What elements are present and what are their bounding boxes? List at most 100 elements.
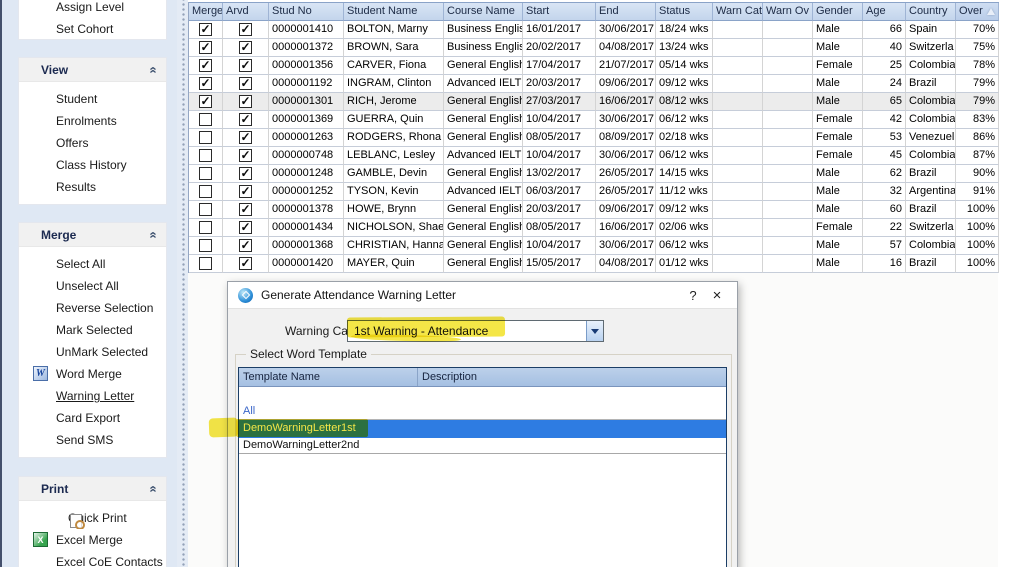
merge-checkbox[interactable] [199,113,212,126]
merge-checkbox[interactable] [199,131,212,144]
cell-start: 10/04/2017 [523,237,596,255]
merge-checkbox[interactable] [199,167,212,180]
arvd-checkbox[interactable]: ✓ [239,221,252,234]
column-header-over[interactable]: Over [956,3,999,21]
table-row[interactable]: ✓✓0000001372BROWN, SaraBusiness English2… [189,39,999,57]
table-row[interactable]: ✓0000001420MAYER, QuinGeneral English15/… [189,255,999,273]
column-header-age[interactable]: Age [863,3,906,21]
collapse-chevron-icon[interactable]: » [146,66,158,73]
column-header-description[interactable]: Description [418,368,726,386]
sidebar-item-student[interactable]: Student [19,88,166,110]
table-row[interactable]: ✓0000001248GAMBLE, DevinGeneral English1… [189,165,999,183]
merge-checkbox[interactable] [199,203,212,216]
sidebar-splitter[interactable] [177,0,188,567]
section-header-view[interactable]: View » [19,58,166,82]
column-header-gender[interactable]: Gender [813,3,863,21]
column-header-warn-cate[interactable]: Warn Cate [713,3,763,21]
dropdown-button[interactable] [586,321,603,341]
table-row[interactable]: ✓0000001434NICHOLSON, ShaeleGeneral Engl… [189,219,999,237]
cell-warn-ov [763,237,813,255]
merge-checkbox[interactable] [199,149,212,162]
column-header-stud-no[interactable]: Stud No [269,3,344,21]
arvd-checkbox[interactable]: ✓ [239,59,252,72]
sidebar-item-results[interactable]: Results [19,176,166,198]
sidebar-item-warning-letter[interactable]: Warning Letter [19,385,166,407]
table-row[interactable]: ✓0000001263RODGERS, RhonaGeneral English… [189,129,999,147]
sidebar-item-class-history[interactable]: Class History [19,154,166,176]
merge-checkbox[interactable] [199,239,212,252]
table-row[interactable]: ✓0000000748LEBLANC, LesleyAdvanced IELTS… [189,147,999,165]
merge-checkbox[interactable]: ✓ [199,23,212,36]
arvd-checkbox[interactable]: ✓ [239,77,252,90]
merge-checkbox[interactable]: ✓ [199,77,212,90]
column-header-warn-ov[interactable]: Warn Ov [763,3,813,21]
arvd-checkbox[interactable]: ✓ [239,149,252,162]
column-header-start[interactable]: Start [523,3,596,21]
template-row-all[interactable]: All [239,404,726,420]
template-row-demowarningletter2nd[interactable]: DemoWarningLetter2nd [239,438,726,454]
warning-category-dropdown[interactable]: 1st Warning - Attendance [347,320,604,342]
table-row[interactable]: ✓0000001369GUERRA, QuinGeneral English10… [189,111,999,129]
section-header-print[interactable]: Print » [19,477,166,501]
sidebar-item-set-cohort[interactable]: Set Cohort [19,18,166,40]
arvd-checkbox[interactable]: ✓ [239,23,252,36]
sidebar-item-select-all[interactable]: Select All [19,253,166,275]
sidebar-item-unmark-selected[interactable]: UnMark Selected [19,341,166,363]
arvd-checkbox[interactable]: ✓ [239,203,252,216]
template-row-blank[interactable] [239,387,726,404]
table-row[interactable]: ✓0000001368CHRISTIAN, HannaGeneral Engli… [189,237,999,255]
cell-end: 30/06/2017 [596,237,656,255]
column-header-template-name[interactable]: Template Name [239,368,418,386]
column-header-course-name[interactable]: Course Name [444,3,523,21]
sidebar-item-excel-merge[interactable]: XExcel Merge [19,529,166,551]
sidebar-item-offers[interactable]: Offers [19,132,166,154]
cell-warn-cate [713,201,763,219]
table-row[interactable]: ✓0000001252TYSON, KevinAdvanced IELTS06/… [189,183,999,201]
close-button[interactable]: × [705,287,729,304]
merge-checkbox[interactable] [199,185,212,198]
column-header-end[interactable]: End [596,3,656,21]
sidebar-item-word-merge[interactable]: WWord Merge [19,363,166,385]
arvd-checkbox[interactable]: ✓ [239,113,252,126]
sidebar-item-unselect-all[interactable]: Unselect All [19,275,166,297]
collapse-chevron-icon[interactable]: » [146,231,158,238]
help-button[interactable]: ? [681,288,705,303]
sidebar-item-reverse-selection[interactable]: Reverse Selection [19,297,166,319]
merge-checkbox[interactable] [199,257,212,270]
sidebar-item-quick-print[interactable]: Quick Print [19,507,166,529]
template-row-demowarningletter1st[interactable]: DemoWarningLetter1st [239,420,726,438]
cell-warn-ov [763,147,813,165]
table-row[interactable]: ✓✓0000001410BOLTON, MarnyBusiness Englis… [189,21,999,39]
arvd-checkbox[interactable]: ✓ [239,257,252,270]
sidebar-item-send-sms[interactable]: Send SMS [19,429,166,451]
arvd-checkbox[interactable]: ✓ [239,41,252,54]
table-row[interactable]: ✓0000001378HOWE, BrynnGeneral English20/… [189,201,999,219]
arvd-checkbox[interactable]: ✓ [239,167,252,180]
checkbox-cell: ✓ [223,75,269,93]
column-header-merge[interactable]: Merge [189,3,223,21]
sidebar-item-assign-level[interactable]: Assign Level [19,0,166,18]
arvd-checkbox[interactable]: ✓ [239,95,252,108]
merge-checkbox[interactable]: ✓ [199,59,212,72]
merge-checkbox[interactable] [199,221,212,234]
column-header-arvd[interactable]: Arvd [223,3,269,21]
merge-checkbox[interactable]: ✓ [199,95,212,108]
cell-age: 66 [863,21,906,39]
table-row[interactable]: ✓✓0000001301RICH, JeromeGeneral English2… [189,93,999,111]
arvd-checkbox[interactable]: ✓ [239,239,252,252]
column-header-status[interactable]: Status [656,3,713,21]
table-row[interactable]: ✓✓0000001192INGRAM, ClintonAdvanced IELT… [189,75,999,93]
arvd-checkbox[interactable]: ✓ [239,185,252,198]
column-header-country[interactable]: Country [906,3,956,21]
column-header-student-name[interactable]: Student Name [344,3,444,21]
sidebar-item-mark-selected[interactable]: Mark Selected [19,319,166,341]
dialog-titlebar[interactable]: Generate Attendance Warning Letter ? × [228,282,737,309]
section-header-merge[interactable]: Merge » [19,223,166,247]
sidebar-item-card-export[interactable]: Card Export [19,407,166,429]
sidebar-item-excel-coe-contacts[interactable]: Excel CoE Contacts [19,551,166,567]
collapse-chevron-icon[interactable]: » [146,485,158,492]
arvd-checkbox[interactable]: ✓ [239,131,252,144]
sidebar-item-enrolments[interactable]: Enrolments [19,110,166,132]
merge-checkbox[interactable]: ✓ [199,41,212,54]
table-row[interactable]: ✓✓0000001356CARVER, FionaGeneral English… [189,57,999,75]
